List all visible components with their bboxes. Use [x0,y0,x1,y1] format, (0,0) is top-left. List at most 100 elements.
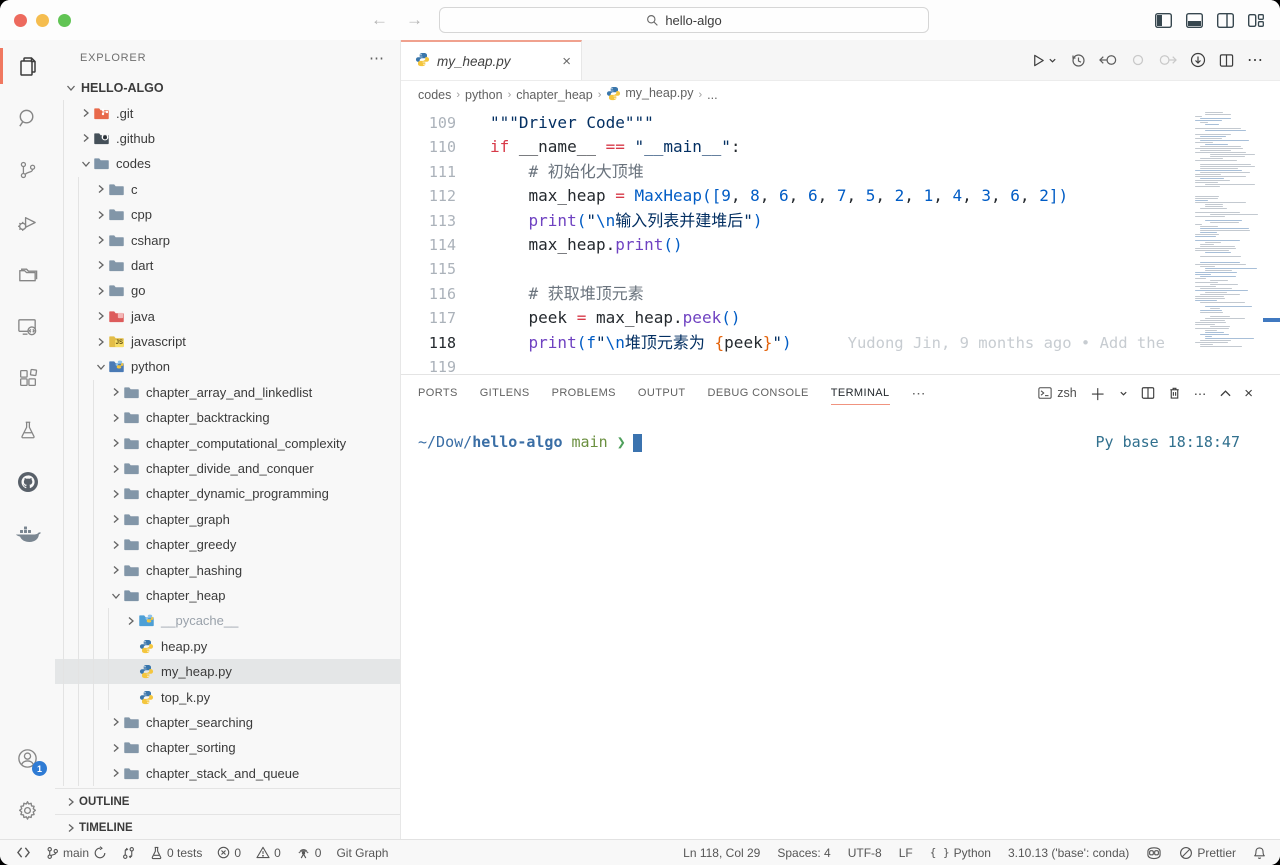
tree-item-c[interactable]: c [55,177,400,202]
activitybar-remote-explorer-icon[interactable] [0,300,55,352]
tree-item--github[interactable]: .github [55,126,400,151]
tree-item-python[interactable]: python [55,354,400,379]
activitybar-explorer-icon[interactable] [0,40,55,92]
statusbar-0[interactable]: 0 [217,846,241,860]
terminal-output[interactable]: ~/Dow/hello-algo main ❯ Py base 18:18:47 [401,411,1280,840]
gitlens-next-change-icon[interactable] [1158,53,1177,67]
tree-item-java[interactable]: java [55,304,400,329]
split-editor-icon[interactable] [1219,53,1234,68]
breadcrumb-item[interactable]: codes [418,88,451,102]
panel-tab-terminal[interactable]: TERMINAL [831,375,890,411]
toggle-sidebar-icon[interactable] [1155,13,1172,28]
tree-item-javascript[interactable]: JSjavascript [55,329,400,354]
statusbar-spaces-4[interactable]: Spaces: 4 [777,846,830,860]
activitybar-folders-icon[interactable] [0,248,55,300]
statusbar-utf-8[interactable]: UTF-8 [848,846,882,860]
tree-item-chapter-sorting[interactable]: chapter_sorting [55,735,400,760]
code-line-111[interactable]: 111 # 初始化大顶堆 [401,160,1195,184]
close-tab-icon[interactable]: × [562,53,571,70]
code-line-117[interactable]: 117 peek = max_heap.peek() [401,306,1195,330]
settings-gear-icon[interactable] [0,784,55,836]
activitybar-source-control-icon[interactable] [0,144,55,196]
gitlens-change-icon[interactable] [1131,53,1145,67]
accounts-icon[interactable]: 1 [0,732,55,784]
statusbar-main[interactable]: main [46,846,107,860]
tree-item-chapter-greedy[interactable]: chapter_greedy [55,532,400,557]
tree-item-chapter-dynamic-programming[interactable]: chapter_dynamic_programming [55,481,400,506]
sidebar-section-outline[interactable]: OUTLINE [55,788,400,814]
activitybar-search-icon[interactable] [0,92,55,144]
editor-tab-my-heap[interactable]: my_heap.py × [401,40,582,80]
terminal-shell-picker[interactable]: zsh [1038,386,1076,400]
activitybar-github-icon[interactable] [0,456,55,508]
code-line-119[interactable]: 119 [401,355,1195,374]
tree-item-cpp[interactable]: cpp [55,202,400,227]
tree-item-chapter-stack-and-queue[interactable]: chapter_stack_and_queue [55,761,400,786]
statusbar-0[interactable]: 0 [256,846,281,860]
tree-item-chapter-searching[interactable]: chapter_searching [55,710,400,735]
code-line-112[interactable]: 112 max_heap = MaxHeap([9, 8, 6, 6, 7, 5… [401,184,1195,208]
activitybar-docker-icon[interactable] [0,508,55,560]
breadcrumb-item[interactable]: my_heap.py [606,86,693,104]
tree-item-dart[interactable]: dart [55,253,400,278]
tree-item--pycache-[interactable]: __pycache__ [55,608,400,633]
statusbar-prettier[interactable]: Prettier [1179,846,1236,860]
panel-tab-problems[interactable]: PROBLEMS [552,375,616,411]
tree-item-chapter-divide-and-conquer[interactable]: chapter_divide_and_conquer [55,456,400,481]
code-line-118[interactable]: 118 print(f"\n堆顶元素为 {peek}")Yudong Jin, … [401,331,1195,355]
tree-item-codes[interactable]: codes [55,151,400,176]
code-line-115[interactable]: 115 [401,257,1195,281]
statusbar-python[interactable]: { }Python [930,846,991,860]
panel-tab-gitlens[interactable]: GITLENS [480,375,530,411]
statusbar-0[interactable]: 0 [296,846,322,860]
zoom-window-button[interactable] [58,14,71,27]
kill-terminal-icon[interactable] [1168,386,1181,400]
customize-layout-icon[interactable] [1248,13,1264,28]
code-line-110[interactable]: 110if __name__ == "__main__": [401,135,1195,159]
tree-item-go[interactable]: go [55,278,400,303]
code-line-116[interactable]: 116 # 获取堆顶元素 [401,282,1195,306]
tree-item--git[interactable]: .git [55,100,400,125]
statusbar-remote[interactable] [16,846,31,859]
close-panel-icon[interactable]: × [1244,385,1253,402]
minimap[interactable] [1195,108,1263,348]
code-editor[interactable]: 109"""Driver Code"""110if __name__ == "_… [401,108,1280,374]
tree-item-chapter-array-and-linkedlist[interactable]: chapter_array_and_linkedlist [55,380,400,405]
editor-more-actions-icon[interactable]: ⋯ [1247,50,1264,70]
toggle-secondary-sidebar-icon[interactable] [1217,13,1234,28]
tree-item-chapter-backtracking[interactable]: chapter_backtracking [55,405,400,430]
nav-forward-icon[interactable]: → [406,10,423,30]
panel-more-actions-icon[interactable]: ⋯ [1194,386,1208,401]
statusbar-3-10-13-base-conda-[interactable]: 3.10.13 ('base': conda) [1008,846,1129,860]
statusbar-compare[interactable] [122,846,135,860]
panel-more-tabs-icon[interactable]: ⋯ [912,385,927,402]
split-terminal-icon[interactable] [1141,386,1155,400]
minimize-window-button[interactable] [36,14,49,27]
panel-tab-debug-console[interactable]: DEBUG CONSOLE [708,375,809,411]
terminal-dropdown-icon[interactable] [1119,389,1128,398]
panel-tab-ports[interactable]: PORTS [418,375,458,411]
maximize-panel-icon[interactable] [1220,389,1231,397]
code-line-113[interactable]: 113 print("\n输入列表并建堆后") [401,209,1195,233]
tree-item-chapter-graph[interactable]: chapter_graph [55,507,400,532]
activitybar-testing-icon[interactable] [0,404,55,456]
tree-item-chapter-hashing[interactable]: chapter_hashing [55,557,400,582]
tree-item-chapter-computational-complexity[interactable]: chapter_computational_complexity [55,430,400,455]
timeline-history-icon[interactable] [1070,52,1086,68]
statusbar-git-graph[interactable]: Git Graph [336,846,388,860]
close-window-button[interactable] [14,14,27,27]
gitlens-graph-icon[interactable] [1190,52,1206,68]
code-line-109[interactable]: 109"""Driver Code""" [401,111,1195,135]
command-center-search[interactable]: hello-algo [439,7,929,33]
breadcrumb-item[interactable]: chapter_heap [516,88,592,102]
breadcrumb-item[interactable]: ... [707,88,717,102]
nav-back-icon[interactable]: ← [371,10,388,30]
sidebar-section-timeline[interactable]: TIMELINE [55,814,400,840]
statusbar-0-tests[interactable]: 0 tests [150,846,202,860]
statusbar-copilot[interactable] [1146,846,1162,860]
tree-item-top-k-py[interactable]: top_k.py [55,684,400,709]
tree-item-csharp[interactable]: csharp [55,227,400,252]
explorer-more-actions-icon[interactable]: ⋯ [369,49,386,67]
breadcrumb-item[interactable]: python [465,88,503,102]
run-python-file-button[interactable] [1031,53,1057,68]
